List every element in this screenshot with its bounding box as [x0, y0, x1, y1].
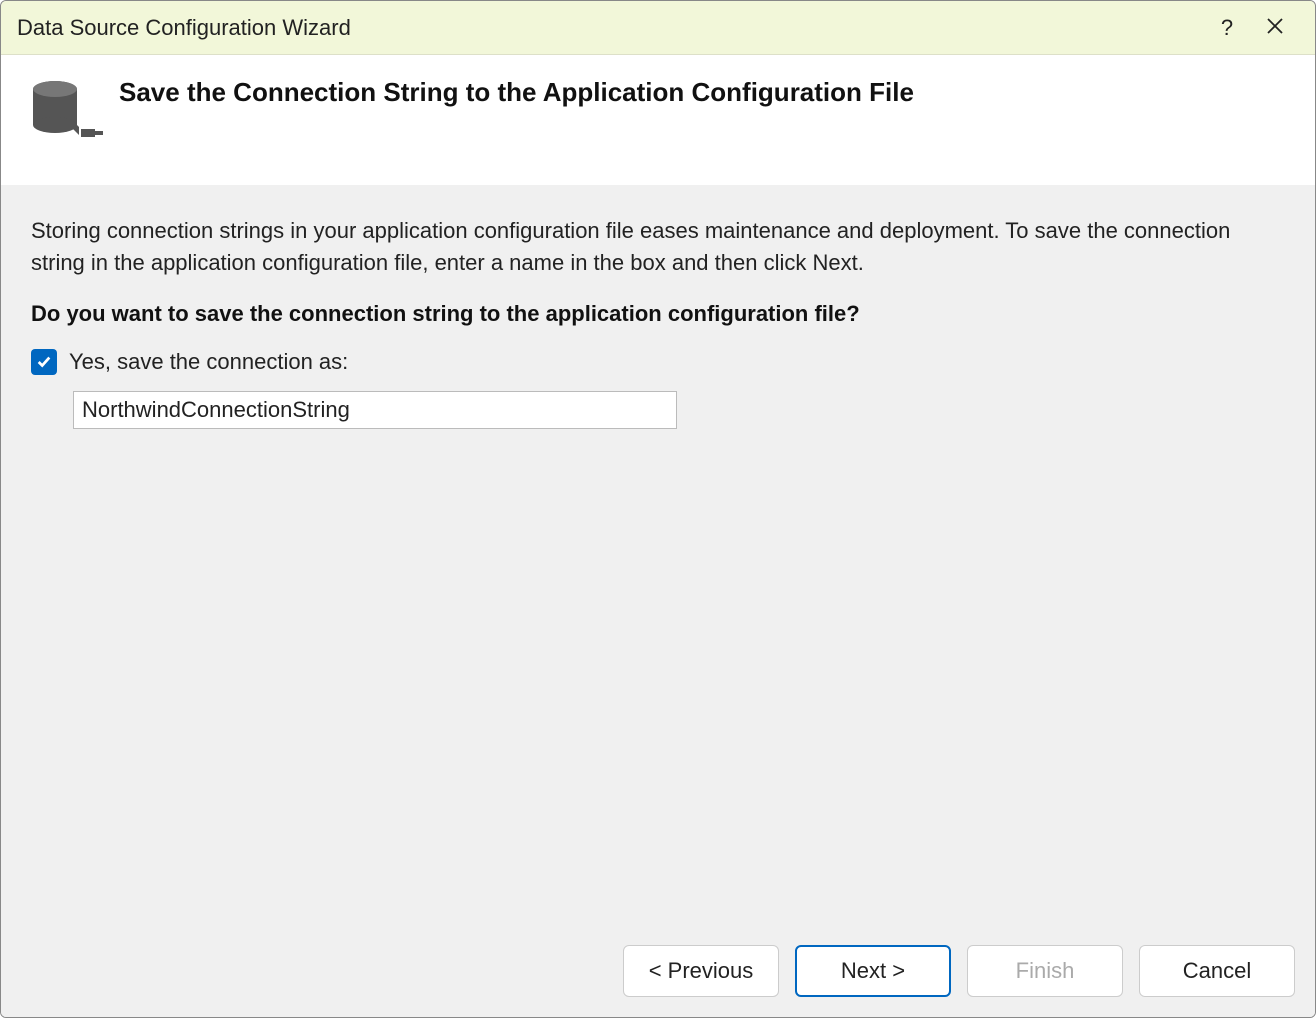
next-button[interactable]: Next >	[795, 945, 951, 997]
window-title: Data Source Configuration Wizard	[17, 15, 1203, 41]
previous-button[interactable]: < Previous	[623, 945, 779, 997]
wizard-dialog: Data Source Configuration Wizard ? Save …	[0, 0, 1316, 1018]
wizard-header: Save the Connection String to the Applic…	[1, 55, 1315, 185]
help-button[interactable]: ?	[1203, 8, 1251, 48]
intro-text: Storing connection strings in your appli…	[31, 215, 1285, 279]
close-icon	[1266, 15, 1284, 41]
page-title: Save the Connection String to the Applic…	[119, 75, 914, 108]
cancel-button[interactable]: Cancel	[1139, 945, 1295, 997]
wizard-body: Storing connection strings in your appli…	[1, 185, 1315, 931]
titlebar: Data Source Configuration Wizard ?	[1, 1, 1315, 55]
question-text: Do you want to save the connection strin…	[31, 301, 1285, 327]
save-checkbox-label: Yes, save the connection as:	[69, 349, 348, 375]
connection-name-row	[31, 391, 1285, 429]
check-icon	[36, 354, 52, 370]
finish-button[interactable]: Finish	[967, 945, 1123, 997]
database-icon	[29, 75, 119, 149]
connection-name-input[interactable]	[73, 391, 677, 429]
close-button[interactable]	[1251, 8, 1299, 48]
save-checkbox-row: Yes, save the connection as:	[31, 349, 1285, 375]
wizard-footer: < Previous Next > Finish Cancel	[1, 931, 1315, 1017]
help-icon: ?	[1221, 15, 1233, 41]
save-connection-checkbox[interactable]	[31, 349, 57, 375]
